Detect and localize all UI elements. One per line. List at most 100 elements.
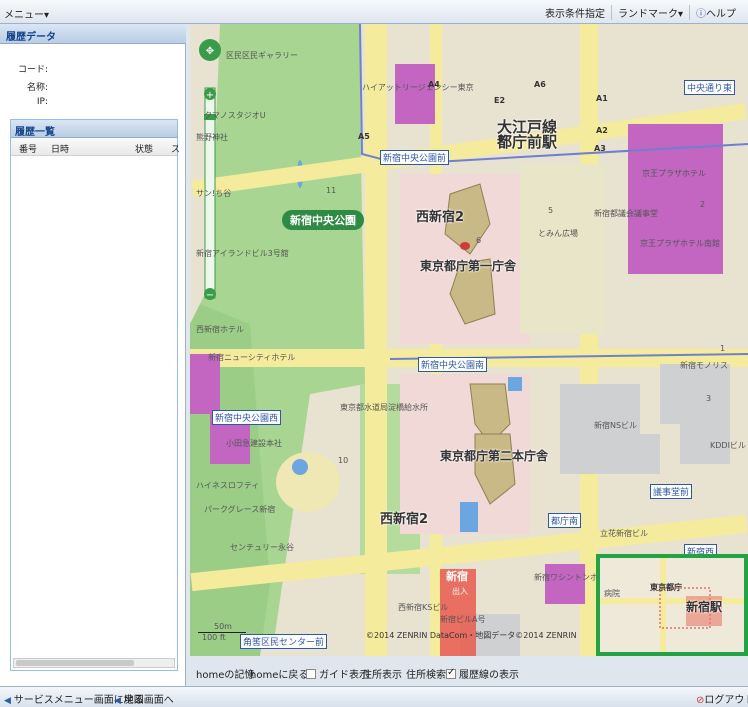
scale-top-label: 50m bbox=[214, 622, 232, 631]
history-data-title: 履歴データ bbox=[0, 24, 186, 44]
label-council: 新宿都議会議事堂 bbox=[594, 209, 658, 218]
history-data-panel: 履歴データ コード: 名称: IP: bbox=[0, 24, 186, 116]
landmark-dropdown[interactable]: ランドマーク▾ bbox=[610, 5, 689, 20]
label-plaza: 京王プラザホテル bbox=[642, 169, 706, 178]
tocho1-label: 東京都庁第一庁舎 bbox=[420, 259, 517, 273]
area-label-nishi-shinjuku2-top: 西新宿2 bbox=[416, 210, 465, 225]
bus-stop-chuo-dori-kita[interactable]: 中央通り東 bbox=[684, 80, 736, 95]
bus-stop-chuo-koen-mae[interactable]: 新宿中央公園前 bbox=[380, 150, 450, 165]
history-list-panel: 履歴一覧 番号 日時 状態 ス bbox=[10, 119, 180, 671]
svg-text:−: − bbox=[206, 290, 214, 301]
block-number-1: 1 bbox=[720, 344, 726, 353]
bus-stop-chuo-koen-nishi[interactable]: 新宿中央公園西 bbox=[212, 410, 282, 425]
label-water: 東京都水道局淀橋給水所 bbox=[340, 403, 428, 412]
column-datetime[interactable]: 日時 bbox=[51, 142, 69, 155]
scale-bar: 50m 100 ft bbox=[198, 622, 246, 642]
map-toolbar: homeの記憶 homeに戻る ガイド表示 住所表示 住所検索 履歴線の表示 bbox=[190, 656, 748, 686]
label-newcity: 新宿ニューシティホテル bbox=[208, 353, 296, 362]
name-label: 名称: bbox=[26, 83, 48, 93]
label-keio-plaza-main: 京王プラザホテル南館 bbox=[640, 239, 720, 248]
logout-link[interactable]: ⊘ログアウト bbox=[696, 691, 748, 706]
zoom-control[interactable]: ✥ + − bbox=[199, 36, 221, 306]
station-exit-label: 出入 bbox=[452, 587, 468, 596]
minimap-station-label: 新宿駅 bbox=[686, 600, 723, 614]
exit-a2: A2 bbox=[596, 126, 608, 135]
label-monolith: 新宿モノリス bbox=[680, 361, 728, 370]
block-number-3: 3 bbox=[706, 394, 712, 403]
ip-label: IP: bbox=[36, 97, 48, 107]
label-shinjuku-bldg4: 新宿ビルA号 bbox=[440, 615, 486, 624]
column-s[interactable]: ス bbox=[171, 142, 180, 155]
map-view[interactable]: ✥ + − 新宿中央公園 大江戸線 都庁前駅 西新宿2 東京都庁第一庁舎 東京都… bbox=[190, 24, 748, 656]
help-icon: ⓘ bbox=[696, 9, 706, 20]
help-button[interactable]: ⓘヘルプ bbox=[689, 5, 742, 20]
top-right-menu: 表示条件指定 ランドマーク▾ ⓘヘルプ bbox=[539, 5, 742, 20]
map-arrow-icon: ◀ bbox=[114, 696, 124, 706]
minimap-tocho-label: 東京都庁 bbox=[650, 583, 682, 592]
menu-dropdown[interactable]: メニュー▾ bbox=[4, 6, 49, 21]
minimap-hospital-label: 病院 bbox=[604, 589, 620, 598]
label-park-grace: パークグレース新宿 bbox=[204, 505, 276, 514]
label-kddi: KDDIビル bbox=[710, 441, 746, 450]
label-highness: ハイネスロフティ bbox=[196, 481, 260, 490]
block-number-10: 10 bbox=[338, 456, 349, 465]
history-line-label: 履歴線の表示 bbox=[459, 670, 519, 681]
logout-label: ログアウト bbox=[704, 695, 748, 706]
scale-bottom-label: 100 ft bbox=[202, 633, 226, 642]
exit-e1: E1 bbox=[498, 134, 510, 143]
history-line-toggle[interactable]: 履歴線の表示 bbox=[446, 666, 519, 681]
exit-a6: A6 bbox=[534, 80, 546, 89]
minimap-base bbox=[600, 558, 744, 652]
history-horizontal-scrollbar[interactable] bbox=[13, 658, 175, 668]
exit-e2: E2 bbox=[494, 96, 506, 105]
block-number-6: 6 bbox=[476, 236, 482, 245]
bus-stop-kakuhazu[interactable]: 角筈区民センター前 bbox=[240, 634, 328, 649]
to-map-link[interactable]: ◀ 地図画面へ bbox=[114, 691, 174, 706]
guide-checkbox[interactable] bbox=[306, 669, 316, 679]
history-grid-header: 番号 日時 状態 ス bbox=[11, 138, 180, 156]
svg-text:+: + bbox=[206, 90, 214, 101]
tocho2-label: 東京都庁第二本庁舎 bbox=[440, 449, 549, 463]
label-ns-bldg: 新宿NSビル bbox=[594, 421, 638, 430]
park-label[interactable]: 新宿中央公園 bbox=[282, 210, 364, 230]
svg-text:✥: ✥ bbox=[206, 46, 214, 57]
bus-stop-tocho-minami[interactable]: 都庁南 bbox=[548, 513, 582, 528]
bus-stop-chuo-koen-minami[interactable]: 新宿中央公園南 bbox=[418, 357, 488, 372]
scroll-thumb[interactable] bbox=[16, 660, 134, 666]
label-hyatt: ハイアットリージェンシー東京 bbox=[362, 83, 474, 92]
code-label: コード: bbox=[17, 65, 48, 75]
exit-a4: A4 bbox=[428, 80, 440, 89]
guide-toggle[interactable]: ガイド表示 bbox=[306, 666, 369, 681]
to-map-label: 地図画面へ bbox=[123, 695, 174, 706]
map-copyright: ©2014 ZENRIN DataCom・地図データ©2014 ZENRIN bbox=[366, 631, 577, 640]
label-odakyu: 小田急建設本社 bbox=[226, 439, 282, 448]
exit-a3: A3 bbox=[594, 144, 606, 153]
label-century: センチュリー永谷 bbox=[230, 543, 294, 552]
overview-minimap[interactable]: 東京都庁 新宿駅 病院 bbox=[596, 554, 748, 656]
label-sannichi: サン!ち谷 bbox=[196, 189, 232, 198]
block-number-2: 2 bbox=[700, 200, 706, 209]
help-label: ヘルプ bbox=[706, 9, 736, 20]
back-arrow-icon: ◀ bbox=[4, 696, 14, 706]
label-kumano: 熊野神社 bbox=[196, 133, 228, 142]
label-island-bldg: 新宿アイランドビル3号館 bbox=[196, 249, 289, 258]
label-cosmos: クマノスタジオU bbox=[204, 111, 266, 120]
exit-a5: A5 bbox=[358, 132, 370, 141]
bus-stop-gijido-mae[interactable]: 議事堂前 bbox=[650, 484, 693, 499]
home-save-button[interactable]: homeの記憶 bbox=[196, 666, 254, 681]
address-display-button[interactable]: 住所表示 bbox=[362, 666, 402, 681]
history-list-title: 履歴一覧 bbox=[11, 120, 177, 138]
label-tomin: とみん広場 bbox=[538, 229, 578, 238]
exit-a1: A1 bbox=[596, 94, 608, 103]
history-line-checkbox[interactable] bbox=[446, 667, 456, 679]
display-conditions-button[interactable]: 表示条件指定 bbox=[539, 5, 611, 20]
column-number[interactable]: 番号 bbox=[19, 142, 37, 155]
block-number-11: 11 bbox=[326, 186, 337, 195]
column-status[interactable]: 状態 bbox=[135, 142, 153, 155]
shinjuku-station-label: 新宿 bbox=[446, 570, 468, 583]
home-return-button[interactable]: homeに戻る bbox=[250, 666, 308, 681]
footer-bar: ◀ サービスメニュー画面に戻る ◀ 地図画面へ ⊘ログアウト bbox=[0, 686, 748, 707]
area-label-nishi-shinjuku2-bottom: 西新宿2 bbox=[380, 512, 429, 527]
address-search-button[interactable]: 住所検索 bbox=[406, 666, 446, 681]
label-ks-bldg: 西新宿KSビル bbox=[398, 603, 449, 612]
